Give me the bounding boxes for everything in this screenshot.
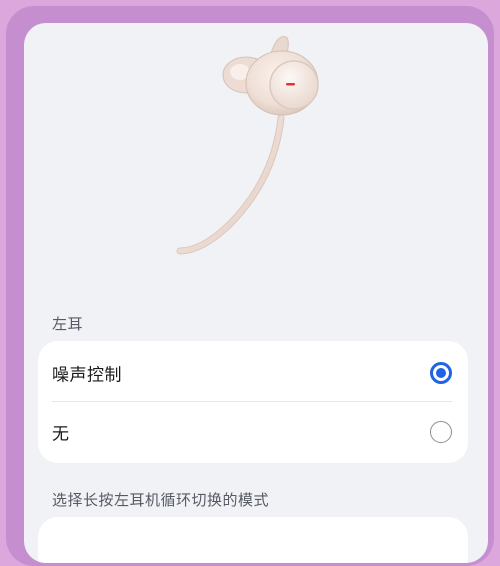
option-noise-control[interactable]: 噪声控制 <box>38 344 468 402</box>
mode-options-card: 噪声控制 无 <box>38 341 468 463</box>
cycle-modes-card <box>38 517 468 563</box>
left-indicator-mark <box>286 83 295 86</box>
divider <box>52 401 452 402</box>
radio-selected-icon[interactable] <box>430 362 452 384</box>
option-label-noise-control: 噪声控制 <box>52 365 122 386</box>
left-earbud-illustration <box>176 36 319 255</box>
earbud-image <box>24 23 488 303</box>
radio-unselected-icon[interactable] <box>430 421 452 443</box>
option-none[interactable]: 无 <box>38 403 468 461</box>
section-title-left-ear: 左耳 <box>52 315 84 333</box>
settings-screen: 左耳 噪声控制 无 选择长按左耳机循环切换的模式 <box>24 23 488 563</box>
device-frame: 左耳 噪声控制 无 选择长按左耳机循环切换的模式 <box>6 6 494 566</box>
option-label-none: 无 <box>52 424 70 445</box>
section-title-cycle-modes: 选择长按左耳机循环切换的模式 <box>52 491 270 509</box>
